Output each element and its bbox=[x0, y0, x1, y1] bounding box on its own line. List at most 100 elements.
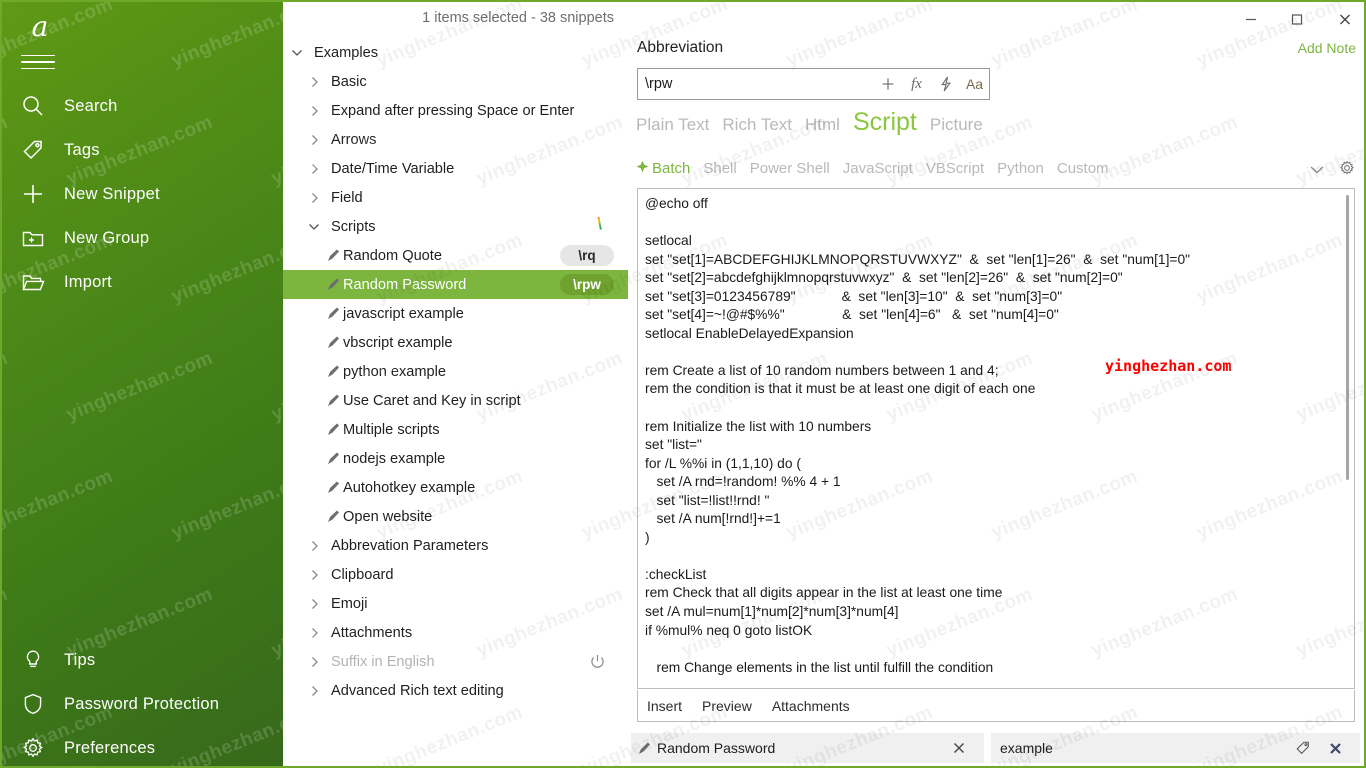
tree-group-row[interactable]: Abbrevation Parameters bbox=[283, 531, 628, 560]
editor-footer-tab-preview[interactable]: Preview bbox=[702, 698, 752, 714]
chevron-right-icon[interactable] bbox=[306, 540, 322, 552]
content-type-tab-picture[interactable]: Picture bbox=[930, 115, 983, 135]
content-type-tabs: Plain Text Rich Text Html Script Picture bbox=[636, 110, 983, 135]
gear-icon[interactable] bbox=[1338, 159, 1356, 182]
tree-row-label: Multiple scripts bbox=[343, 421, 440, 438]
add-note-button[interactable]: Add Note bbox=[1298, 40, 1356, 56]
sidebar-item-tags[interactable]: Tags bbox=[2, 128, 283, 172]
chevron-down-icon[interactable] bbox=[306, 222, 322, 231]
content-type-tab-script[interactable]: Script bbox=[853, 110, 917, 135]
titlebar bbox=[628, 2, 1364, 38]
tree-snippet-row[interactable]: Use Caret and Key in script bbox=[283, 386, 628, 415]
snippet-icon bbox=[323, 277, 343, 292]
tree-snippet-row[interactable]: javascript example bbox=[283, 299, 628, 328]
tree-snippet-row[interactable]: Random Quote \rq bbox=[283, 241, 628, 270]
sidebar-item-label: Tags bbox=[64, 140, 100, 159]
sidebar-item-import[interactable]: Import bbox=[2, 260, 283, 304]
tree-row-label: Emoji bbox=[331, 595, 368, 612]
sidebar-item-label: Import bbox=[64, 272, 112, 291]
editor-footer-tab-attachments[interactable]: Attachments bbox=[772, 698, 850, 714]
tree-group-row[interactable]: Advanced Rich text editing bbox=[283, 676, 628, 705]
sidebar-item-preferences[interactable]: Preferences bbox=[2, 726, 283, 766]
sidebar-item-label: New Group bbox=[64, 228, 150, 247]
tree-group-row[interactable]: Basic bbox=[283, 67, 628, 96]
tree-snippet-row[interactable]: Open website bbox=[283, 502, 628, 531]
tree-snippet-row[interactable]: python example bbox=[283, 357, 628, 386]
chevron-right-icon[interactable] bbox=[306, 685, 322, 697]
power-icon[interactable] bbox=[589, 653, 606, 675]
tree-snippet-row[interactable]: vbscript example bbox=[283, 328, 628, 357]
script-lang-tab-custom[interactable]: Custom bbox=[1057, 160, 1109, 177]
chevron-right-icon[interactable] bbox=[306, 76, 322, 88]
tree-group-row[interactable]: Emoji bbox=[283, 589, 628, 618]
tree-snippet-row[interactable]: nodejs example bbox=[283, 444, 628, 473]
snippet-icon bbox=[323, 306, 343, 321]
close-icon[interactable] bbox=[1322, 2, 1364, 36]
script-lang-tab-python[interactable]: Python bbox=[997, 160, 1044, 177]
tree-row-label: vbscript example bbox=[343, 334, 453, 351]
chevron-down-icon[interactable] bbox=[289, 48, 305, 57]
sidebar-item-password-protection[interactable]: Password Protection bbox=[2, 682, 283, 726]
hamburger-icon[interactable] bbox=[17, 48, 59, 76]
chevron-right-icon[interactable] bbox=[306, 192, 322, 204]
chevron-right-icon[interactable] bbox=[306, 134, 322, 146]
script-lang-tab-javascript[interactable]: JavaScript bbox=[843, 160, 913, 177]
tag-icon[interactable] bbox=[1286, 740, 1320, 756]
editor-footer-tab-insert[interactable]: Insert bbox=[647, 698, 682, 714]
chevron-right-icon[interactable] bbox=[306, 656, 322, 668]
remove-tag-icon[interactable] bbox=[1318, 741, 1352, 756]
sidebar-item-new-snippet[interactable]: New Snippet bbox=[2, 172, 283, 216]
script-lang-tab-shell[interactable]: Shell bbox=[703, 160, 736, 177]
lightbulb-icon bbox=[2, 647, 64, 673]
script-lang-tab-label: JavaScript bbox=[842, 160, 913, 177]
tree-group-row[interactable]: Attachments bbox=[283, 618, 628, 647]
tree-group-row[interactable]: Suffix in English bbox=[283, 647, 628, 676]
tree-group-row[interactable]: Field bbox=[283, 183, 628, 212]
add-abbreviation-icon[interactable] bbox=[873, 69, 902, 99]
chevron-right-icon[interactable] bbox=[306, 598, 322, 610]
tree-row-label: Random Password bbox=[343, 276, 467, 293]
chevron-right-icon[interactable] bbox=[306, 163, 322, 175]
sidebar-item-new-group[interactable]: New Group bbox=[2, 216, 283, 260]
tree-row-label: Use Caret and Key in script bbox=[343, 392, 521, 409]
maximize-icon[interactable] bbox=[1274, 2, 1320, 36]
folder-open-icon bbox=[2, 269, 64, 295]
script-lang-tab-power-shell[interactable]: Power Shell bbox=[750, 160, 830, 177]
tree-snippet-row[interactable]: Autohotkey example bbox=[283, 473, 628, 502]
chevron-down-icon[interactable] bbox=[1309, 162, 1325, 180]
remove-snippet-icon[interactable] bbox=[942, 741, 976, 755]
snippet-icon bbox=[323, 422, 343, 437]
tree-group-row[interactable]: Date/Time Variable bbox=[283, 154, 628, 183]
tree-group-row[interactable]: Arrows bbox=[283, 125, 628, 154]
app-logo-letter: a bbox=[31, 10, 49, 43]
function-icon[interactable]: fx bbox=[902, 69, 931, 99]
tree-snippet-row[interactable]: Multiple scripts bbox=[283, 415, 628, 444]
tree-row-label: Scripts bbox=[331, 218, 376, 235]
watermark-red: yinghezhan.com bbox=[1105, 357, 1232, 375]
lightning-icon[interactable] bbox=[931, 69, 960, 99]
script-lang-tab-batch[interactable]: Batch bbox=[636, 160, 690, 177]
tree-snippet-row[interactable]: Random Password \rpw bbox=[283, 270, 628, 299]
editor-scrollbar[interactable] bbox=[1346, 195, 1349, 480]
content-type-tab-html[interactable]: Html bbox=[805, 115, 840, 135]
chevron-right-icon[interactable] bbox=[306, 105, 322, 117]
content-type-tab-plain-text[interactable]: Plain Text bbox=[636, 115, 709, 135]
abbreviation-input[interactable]: \rpw fx Aa bbox=[637, 68, 990, 100]
sidebar-item-tips[interactable]: Tips bbox=[2, 638, 283, 682]
tree-group-row[interactable]: Scripts \ bbox=[283, 212, 628, 241]
tree-group-row[interactable]: Clipboard bbox=[283, 560, 628, 589]
chevron-right-icon[interactable] bbox=[306, 569, 322, 581]
abbreviation-value[interactable]: \rpw bbox=[638, 76, 873, 92]
tree-group-row[interactable]: Examples bbox=[283, 38, 628, 67]
script-lang-tab-label: Shell bbox=[703, 160, 737, 177]
script-editor[interactable]: @echo off setlocal set "set[1]=ABCDEFGHI… bbox=[637, 188, 1355, 689]
script-lang-tab-vbscript[interactable]: VBScript bbox=[926, 160, 984, 177]
sidebar-item-search[interactable]: Search bbox=[2, 84, 283, 128]
tree-group-row[interactable]: Expand after pressing Space or Enter bbox=[283, 96, 628, 125]
script-code[interactable]: @echo off setlocal set "set[1]=ABCDEFGHI… bbox=[645, 195, 1332, 677]
case-icon[interactable]: Aa bbox=[960, 69, 989, 99]
content-type-tab-rich-text[interactable]: Rich Text bbox=[722, 115, 792, 135]
shield-icon bbox=[2, 691, 64, 717]
chevron-right-icon[interactable] bbox=[306, 627, 322, 639]
minimize-icon[interactable] bbox=[1228, 2, 1274, 36]
